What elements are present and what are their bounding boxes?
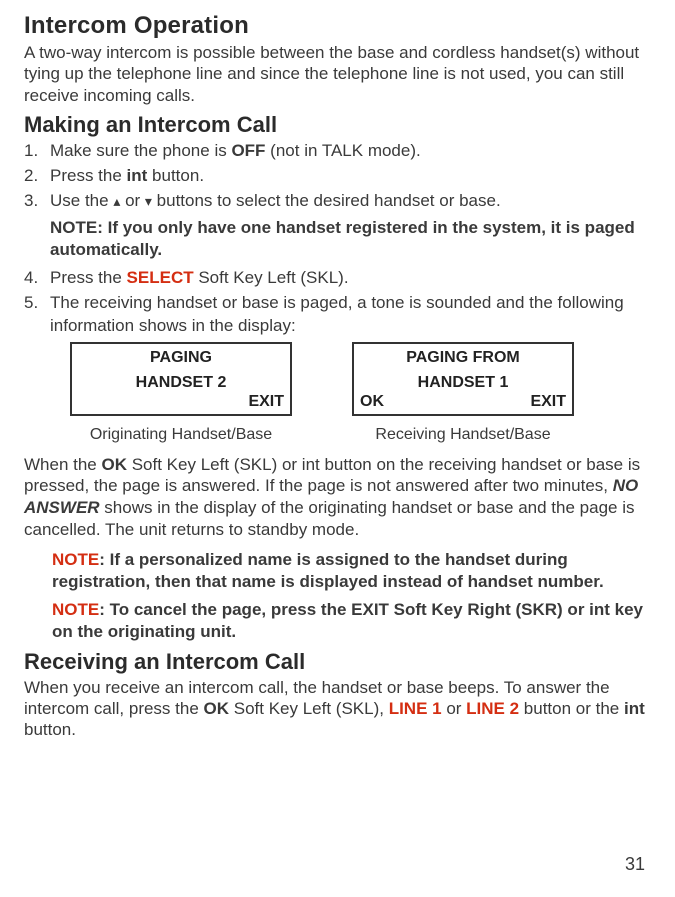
int-label: int [127,166,148,185]
text: or [442,699,467,718]
step-number: 3. [24,190,50,265]
ok-label: OK [204,699,230,718]
note-label: NOTE [52,600,99,619]
ok-label: OK [102,455,128,474]
heading-intercom-operation: Intercom Operation [24,12,651,40]
lcd-softkey-right: EXIT [248,393,284,411]
step-content: Press the int button. [50,165,651,188]
caption-originating: Originating Handset/Base [70,426,292,444]
text: Press the [50,166,127,185]
step-content: The receiving handset or base is paged, … [50,292,651,338]
step-content: Press the SELECT Soft Key Left (SKL). [50,267,651,290]
heading-receiving-call: Receiving an Intercom Call [24,649,651,675]
lcd-line-2: HANDSET 2 [72,374,290,392]
note-text: : If a personalized name is assigned to … [52,550,604,591]
paragraph-receiving: When you receive an intercom call, the h… [24,677,651,741]
off-label: OFF [231,141,265,160]
paragraph-ok-key: When the OK Soft Key Left (SKL) or int b… [24,454,651,541]
text: Make sure the phone is [50,141,231,160]
step-2: 2. Press the int button. [24,165,651,188]
select-key-label: SELECT [127,268,194,287]
page-number: 31 [625,854,645,875]
lcd-softkey-left: OK [360,393,384,411]
line2-label: LINE 2 [466,699,519,718]
display-originating: PAGING HANDSET 2 EXIT Originating Handse… [70,342,292,444]
int-label: int [624,699,645,718]
down-arrow-icon [145,191,152,210]
intro-paragraph: A two-way intercom is possible between t… [24,42,651,106]
step-4: 4. Press the SELECT Soft Key Left (SKL). [24,267,651,290]
step-number: 4. [24,267,50,290]
text: or [120,191,145,210]
text: button. [147,166,204,185]
step-number: 1. [24,140,50,163]
step-content: Use the or buttons to select the desired… [50,190,651,265]
text: When the [24,455,102,474]
text: Soft Key Left (SKL), [229,699,389,718]
note-text: : To cancel the page, press the EXIT Sof… [52,600,643,641]
text: button. [24,720,76,739]
step-number: 5. [24,292,50,338]
heading-making-call: Making an Intercom Call [24,112,651,138]
text: buttons to select the desired handset or… [152,191,501,210]
step-1: 1. Make sure the phone is OFF (not in TA… [24,140,651,163]
step-3-note: NOTE: If you only have one handset regis… [50,217,651,261]
caption-receiving: Receiving Handset/Base [352,426,574,444]
lcd-softkey-right: EXIT [530,393,566,411]
text: button or the [519,699,624,718]
steps-list: 1. Make sure the phone is OFF (not in TA… [24,140,651,338]
step-5: 5. The receiving handset or base is page… [24,292,651,338]
step-content: Make sure the phone is OFF (not in TALK … [50,140,651,163]
text: (not in TALK mode). [265,141,420,160]
step-3: 3. Use the or buttons to select the desi… [24,190,651,265]
text: shows in the display of the originating … [24,498,634,539]
note-personalized-name: NOTE: If a personalized name is assigned… [52,549,651,593]
lcd-line-1: PAGING [72,349,290,367]
lcd-screen-originating: PAGING HANDSET 2 EXIT [70,342,292,416]
display-receiving: PAGING FROM HANDSET 1 OK EXIT Receiving … [352,342,574,444]
note-label: NOTE [52,550,99,569]
text: Soft Key Left (SKL). [194,268,349,287]
step-number: 2. [24,165,50,188]
lcd-line-1: PAGING FROM [354,349,572,367]
lcd-line-2: HANDSET 1 [354,374,572,392]
line1-label: LINE 1 [389,699,442,718]
display-examples: PAGING HANDSET 2 EXIT Originating Handse… [70,342,651,444]
text: Press the [50,268,127,287]
note-cancel-page: NOTE: To cancel the page, press the EXIT… [52,599,651,643]
lcd-screen-receiving: PAGING FROM HANDSET 1 OK EXIT [352,342,574,416]
text: Use the [50,191,113,210]
